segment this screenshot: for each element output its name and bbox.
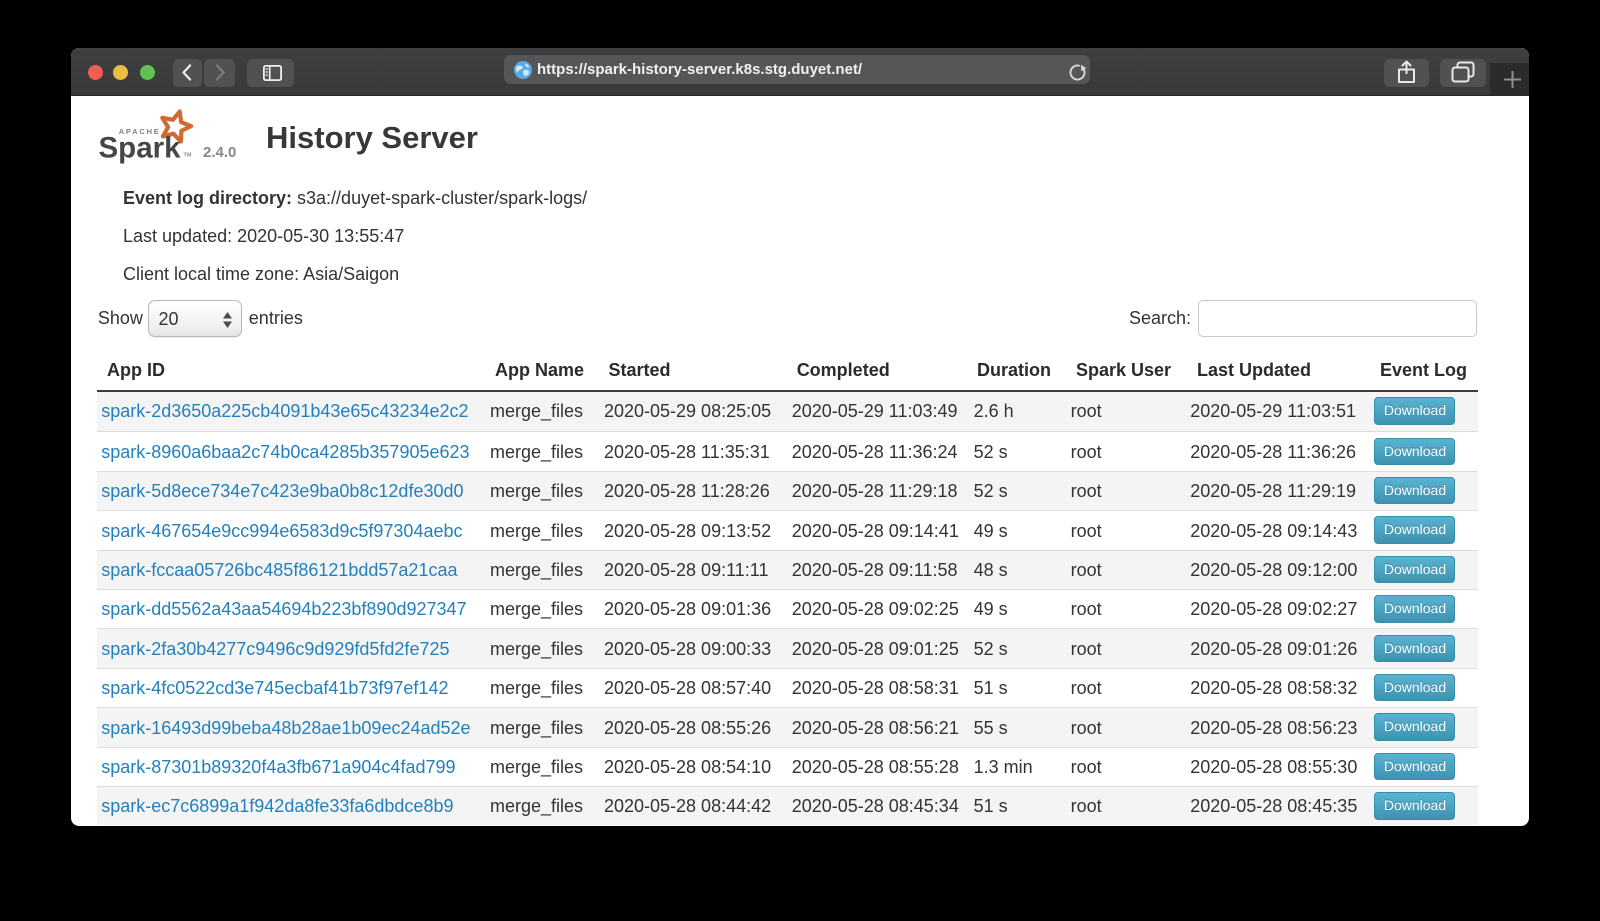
svg-text:TM: TM <box>184 153 192 159</box>
svg-text:Spark: Spark <box>99 132 181 165</box>
